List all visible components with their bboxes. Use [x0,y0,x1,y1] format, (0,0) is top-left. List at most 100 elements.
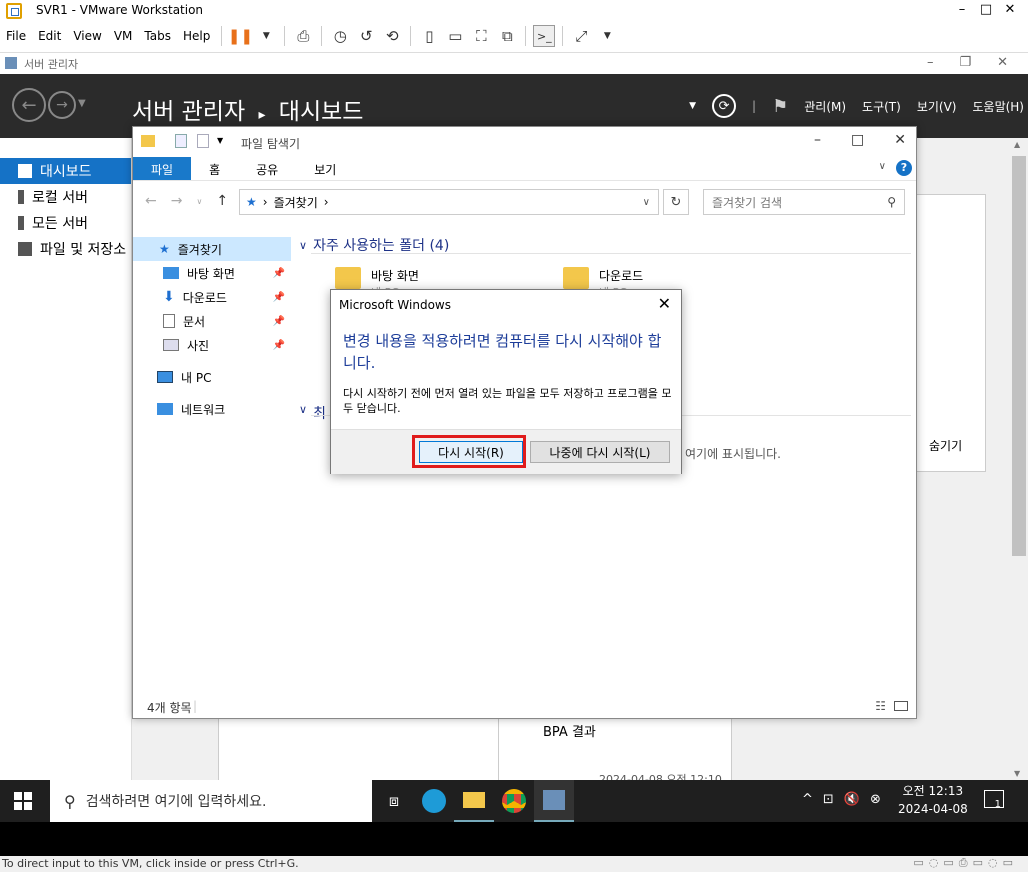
folder-icon [141,135,155,147]
dashboard-scrollbar[interactable]: ▲ ▼ [1010,138,1028,780]
chrome-icon[interactable] [494,780,534,822]
chevron-down-icon[interactable]: ▼ [689,101,696,111]
guest-minimize-button[interactable]: – [927,55,934,70]
sidebar-item-file-storage[interactable]: 파일 및 저장소 [0,236,131,262]
pin-icon[interactable]: 📌 [273,340,285,351]
refresh-icon[interactable]: ⟳ [712,94,737,118]
sidebar-item-all-servers[interactable]: 모든 서버 [0,210,131,236]
device-icons[interactable]: ▭◌▭⎙▭◌▭ [913,856,1018,870]
revert-snapshot-icon[interactable]: ↺ [355,25,377,47]
chevron-down-icon[interactable]: ∨ [879,161,886,180]
restart-later-button[interactable]: 나중에 다시 시작(L) [530,441,670,463]
bpa-results[interactable]: BPA 결과 [543,721,596,740]
scrollbar-thumb[interactable] [1012,156,1026,556]
menu-view[interactable]: 보기(V) [917,98,957,115]
properties-icon[interactable] [175,134,187,148]
tab-file[interactable]: 파일 [133,157,192,180]
server-manager-icon[interactable] [534,780,574,822]
frequent-folders-header[interactable]: ∨ 자주 사용하는 폴더 (4) [299,235,449,255]
minimize-button[interactable]: – [950,0,974,20]
clock[interactable]: 오전 12:13 2024-04-08 [898,782,968,818]
nav-item-documents[interactable]: 문서 📌 [133,309,291,333]
desktop-icon [163,267,179,279]
refresh-icon[interactable]: ↻ [663,189,689,215]
pin-icon[interactable]: 📌 [273,316,285,327]
chevron-down-icon[interactable]: ▼ [255,25,277,47]
snapshot-manager-icon[interactable]: ⟲ [381,25,403,47]
network-icon[interactable]: ⊡ [823,792,834,807]
thumbnail-icon[interactable]: ▭ [444,25,466,47]
hide-link[interactable]: 숨기기 [929,437,962,454]
chevron-down-icon[interactable]: ▼ [596,25,618,47]
notification-center-icon[interactable]: 1 [984,790,1004,810]
chevron-down-icon[interactable]: ∨ [196,197,202,209]
chevron-down-icon[interactable]: ∨ [643,197,650,208]
menu-file[interactable]: File [0,29,32,43]
nav-quick-access[interactable]: ★ 즐겨찾기 [133,237,291,261]
console-icon[interactable]: >_ [533,25,556,47]
snapshot-icon[interactable]: ◷ [329,25,351,47]
sidebar-item-local-server[interactable]: 로컬 서버 [0,184,131,210]
menu-edit[interactable]: Edit [32,29,67,43]
notification-flag-icon[interactable]: ⚑ [772,96,788,117]
up-icon[interactable]: ↑ [216,193,228,209]
start-button[interactable] [14,792,32,810]
nav-item-pictures[interactable]: 사진 📌 [133,333,291,357]
dialog-close-button[interactable]: ✕ [658,294,671,313]
details-view-icon[interactable]: ☷ [875,699,886,713]
chevron-down-icon[interactable]: ▼ [217,136,223,145]
pin-icon[interactable]: 📌 [273,292,285,303]
pin-icon[interactable]: 📌 [273,268,285,279]
stretch-icon[interactable]: ⤢ [570,25,592,47]
unity-icon[interactable]: ⧉ [496,25,518,47]
nav-this-pc[interactable]: 내 PC [133,365,291,389]
close-button[interactable]: ✕ [998,0,1022,20]
nav-item-desktop[interactable]: 바탕 화면 📌 [133,261,291,285]
volume-muted-icon[interactable]: 🔇 [844,792,860,807]
explorer-close-button[interactable]: ✕ [894,132,906,148]
large-icons-view-icon[interactable] [894,701,908,711]
menu-manage[interactable]: 관리(M) [804,98,846,115]
send-keys-icon[interactable]: ⎙ [292,25,314,47]
new-folder-icon[interactable] [197,134,209,148]
sidebar-item-dashboard[interactable]: 대시보드 [0,158,131,184]
guest-restore-button[interactable]: ❐ [959,55,971,70]
nav-network[interactable]: 네트워크 [133,397,291,421]
back-icon[interactable]: ← [145,193,157,209]
chevron-up-icon[interactable]: ^ [802,792,813,807]
menu-vm[interactable]: VM [108,29,139,43]
pause-icon[interactable]: ❚❚ [228,25,253,47]
forward-icon[interactable]: → [48,91,76,119]
tab-share[interactable]: 공유 [238,157,296,180]
menu-tools[interactable]: 도구(T) [862,98,901,115]
back-icon[interactable]: ← [12,88,46,122]
task-view-icon[interactable]: ⧈ [374,780,414,822]
guest-close-button[interactable]: ✕ [997,55,1008,70]
chevron-down-icon[interactable]: ▼ [78,98,86,122]
forward-icon[interactable]: → [171,193,183,209]
maximize-button[interactable]: □ [974,0,998,20]
nav-item-downloads[interactable]: ⬇ 다운로드 📌 [133,285,291,309]
vmware-logo-icon [6,3,22,19]
address-bar[interactable]: ★ › 즐겨찾기 › ∨ [239,189,659,215]
taskbar-search-input[interactable]: ⚲ 검색하려면 여기에 입력하세요. [50,780,372,822]
tab-home[interactable]: 홈 [191,157,238,180]
sidebar-toggle-icon[interactable]: ▯ [418,25,440,47]
menu-help[interactable]: 도움말(H) [972,98,1024,115]
fullscreen-icon[interactable]: ⛶ [470,25,492,47]
help-icon[interactable]: ? [896,160,912,176]
file-explorer-icon[interactable] [454,780,494,822]
menu-view[interactable]: View [67,29,107,43]
error-icon[interactable]: ⊗ [870,792,881,807]
tab-view[interactable]: 보기 [296,157,354,180]
menu-help[interactable]: Help [177,29,216,43]
edge-icon[interactable] [414,780,454,822]
vmware-menubar: File Edit View VM Tabs Help ❚❚ ▼ ⎙ ◷ ↺ ⟲… [0,22,1028,50]
search-input[interactable]: 즐겨찾기 검색 ⚲ [703,189,905,215]
explorer-maximize-button[interactable]: □ [851,132,864,148]
nav-label: 사진 [187,338,210,353]
menu-tabs[interactable]: Tabs [138,29,177,43]
recent-files-header[interactable]: ∨ 최 [299,403,326,423]
explorer-minimize-button[interactable]: – [814,132,821,148]
breadcrumb-current: 대시보드 [278,99,364,125]
